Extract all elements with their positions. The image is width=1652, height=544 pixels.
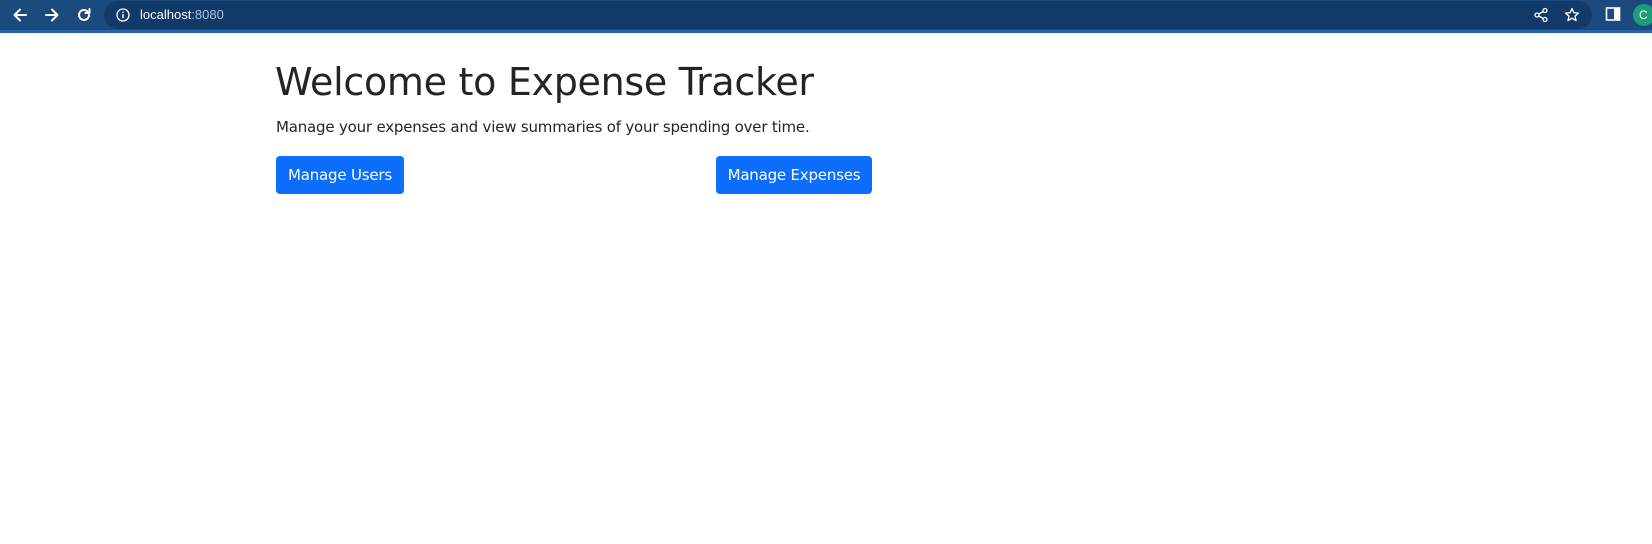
- side-panel-icon[interactable]: [1604, 5, 1622, 23]
- info-icon[interactable]: [116, 8, 130, 22]
- browser-toolbar: localhost:8080 C: [0, 0, 1652, 33]
- star-icon: [1564, 7, 1580, 22]
- page-subtitle: Manage your expenses and view summaries …: [276, 118, 810, 136]
- share-icon: [1534, 7, 1548, 23]
- reload-button[interactable]: [73, 4, 95, 26]
- manage-expenses-button[interactable]: Manage Expenses: [716, 156, 872, 194]
- url-text[interactable]: localhost:8080: [140, 7, 224, 22]
- page-title: Welcome to Expense Tracker: [275, 60, 814, 104]
- arrow-left-icon: [13, 8, 27, 22]
- forward-button[interactable]: [41, 4, 63, 26]
- bookmark-button[interactable]: [1563, 6, 1581, 24]
- share-button[interactable]: [1532, 6, 1550, 24]
- url-port: :8080: [191, 7, 224, 22]
- address-bar[interactable]: localhost:8080: [104, 1, 1592, 29]
- back-button[interactable]: [9, 4, 31, 26]
- url-host: localhost: [140, 7, 192, 22]
- manage-users-button[interactable]: Manage Users: [276, 156, 404, 194]
- arrow-right-icon: [45, 8, 59, 22]
- page-content: Welcome to Expense Tracker Manage your e…: [0, 33, 1652, 544]
- reload-icon: [78, 8, 91, 21]
- profile-avatar[interactable]: C: [1633, 4, 1652, 26]
